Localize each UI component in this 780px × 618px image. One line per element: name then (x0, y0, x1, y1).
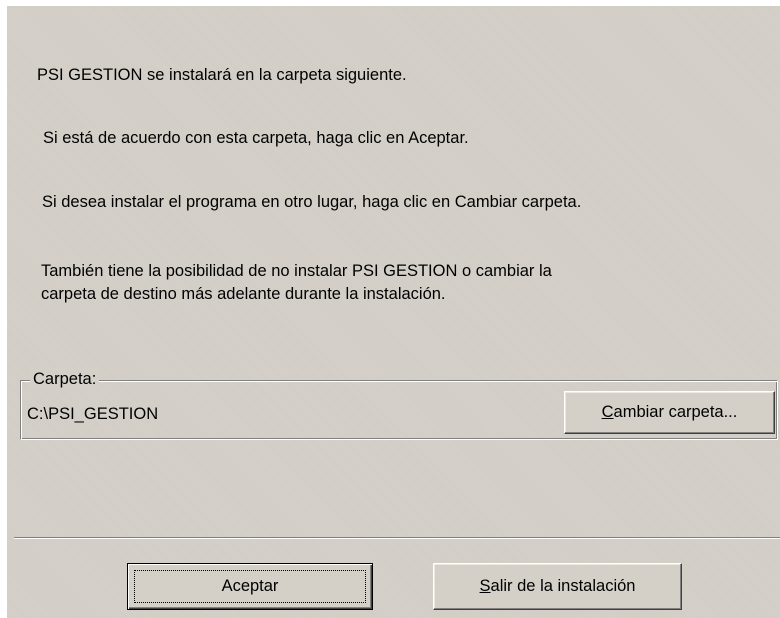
change-folder-label: ambiar carpeta... (613, 403, 738, 421)
button-separator (14, 537, 780, 539)
exit-label: alir de la instalación (490, 577, 636, 595)
change-instruction-text: Si desea instalar el programa en otro lu… (42, 193, 582, 211)
exit-installation-button[interactable]: Salir de la instalación (433, 563, 682, 610)
accept-instruction-text: Si está de acuerdo con esta carpeta, hag… (43, 129, 469, 147)
folder-group-label: Carpeta: (30, 368, 100, 390)
change-folder-mnemonic: C (601, 403, 614, 421)
folder-path: C:\PSI_GESTION (27, 405, 159, 423)
later-option-text-line-2: carpeta de destino más adelante durante … (41, 285, 446, 303)
later-option-text-line-1: También tiene la posibilidad de no insta… (41, 262, 552, 280)
exit-mnemonic: S (479, 577, 491, 595)
accept-button[interactable]: Aceptar (127, 563, 373, 610)
intro-text: PSI GESTION se instalará en la carpeta s… (37, 66, 407, 84)
change-folder-button[interactable]: Cambiar carpeta... (564, 391, 775, 434)
focus-rectangle (134, 570, 366, 603)
installer-dialog: PSI GESTION se instalará en la carpeta s… (7, 6, 780, 618)
